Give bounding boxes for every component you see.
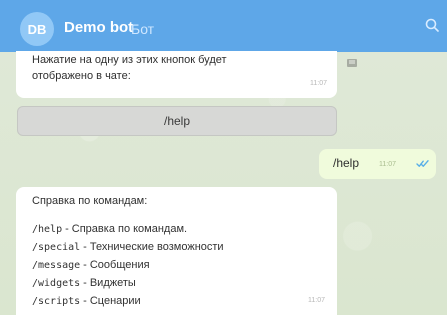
help-response-bubble: Справка по командам: /help - Справка по … bbox=[16, 187, 337, 315]
command-row: /scripts - Сценарии bbox=[32, 295, 141, 307]
message-bubble: Нажатие на одну из этих кнопок будет ото… bbox=[16, 51, 337, 98]
command-row: /special - Технические возможности bbox=[32, 241, 224, 253]
message-icon bbox=[347, 59, 357, 67]
command-name[interactable]: /special bbox=[32, 242, 80, 253]
message-time: 11:07 bbox=[310, 80, 327, 87]
sent-message-text: /help bbox=[333, 156, 360, 170]
message-text: Нажатие на одну из этих кнопок будет ото… bbox=[32, 54, 227, 82]
command-name[interactable]: /widgets bbox=[32, 278, 80, 289]
command-description: Сообщения bbox=[89, 259, 150, 271]
command-name[interactable]: /scripts bbox=[32, 296, 80, 307]
avatar[interactable]: DB bbox=[20, 12, 54, 46]
command-name[interactable]: /message bbox=[32, 260, 80, 271]
command-description: Сценарии bbox=[89, 295, 141, 307]
chat-header: DB Demo bot Бот bbox=[0, 0, 447, 52]
command-name[interactable]: /help bbox=[32, 224, 62, 235]
sent-message-bubble: /help 11:07 bbox=[319, 149, 436, 179]
command-row: /widgets - Виджеты bbox=[32, 277, 136, 289]
help-time: 11:07 bbox=[308, 297, 325, 304]
command-row: /message - Сообщения bbox=[32, 259, 150, 271]
command-description: Справка по командам. bbox=[71, 223, 188, 235]
search-icon[interactable] bbox=[425, 18, 439, 32]
chat-window: DB Demo bot Бот Нажатие на одну из этих … bbox=[0, 0, 447, 315]
command-description: Технические возможности bbox=[89, 241, 224, 253]
help-command-button[interactable]: /help bbox=[17, 106, 337, 136]
chat-subtitle: Бот bbox=[131, 21, 155, 37]
sent-message-time: 11:07 bbox=[379, 161, 396, 168]
double-check-icon bbox=[416, 160, 429, 167]
commands-list: /help - Справка по командам. /special - … bbox=[32, 220, 322, 310]
help-title: Справка по командам: bbox=[32, 195, 148, 207]
command-row: /help - Справка по командам. bbox=[32, 223, 188, 235]
chat-title: Demo bot bbox=[64, 19, 134, 36]
command-description: Виджеты bbox=[89, 277, 136, 289]
